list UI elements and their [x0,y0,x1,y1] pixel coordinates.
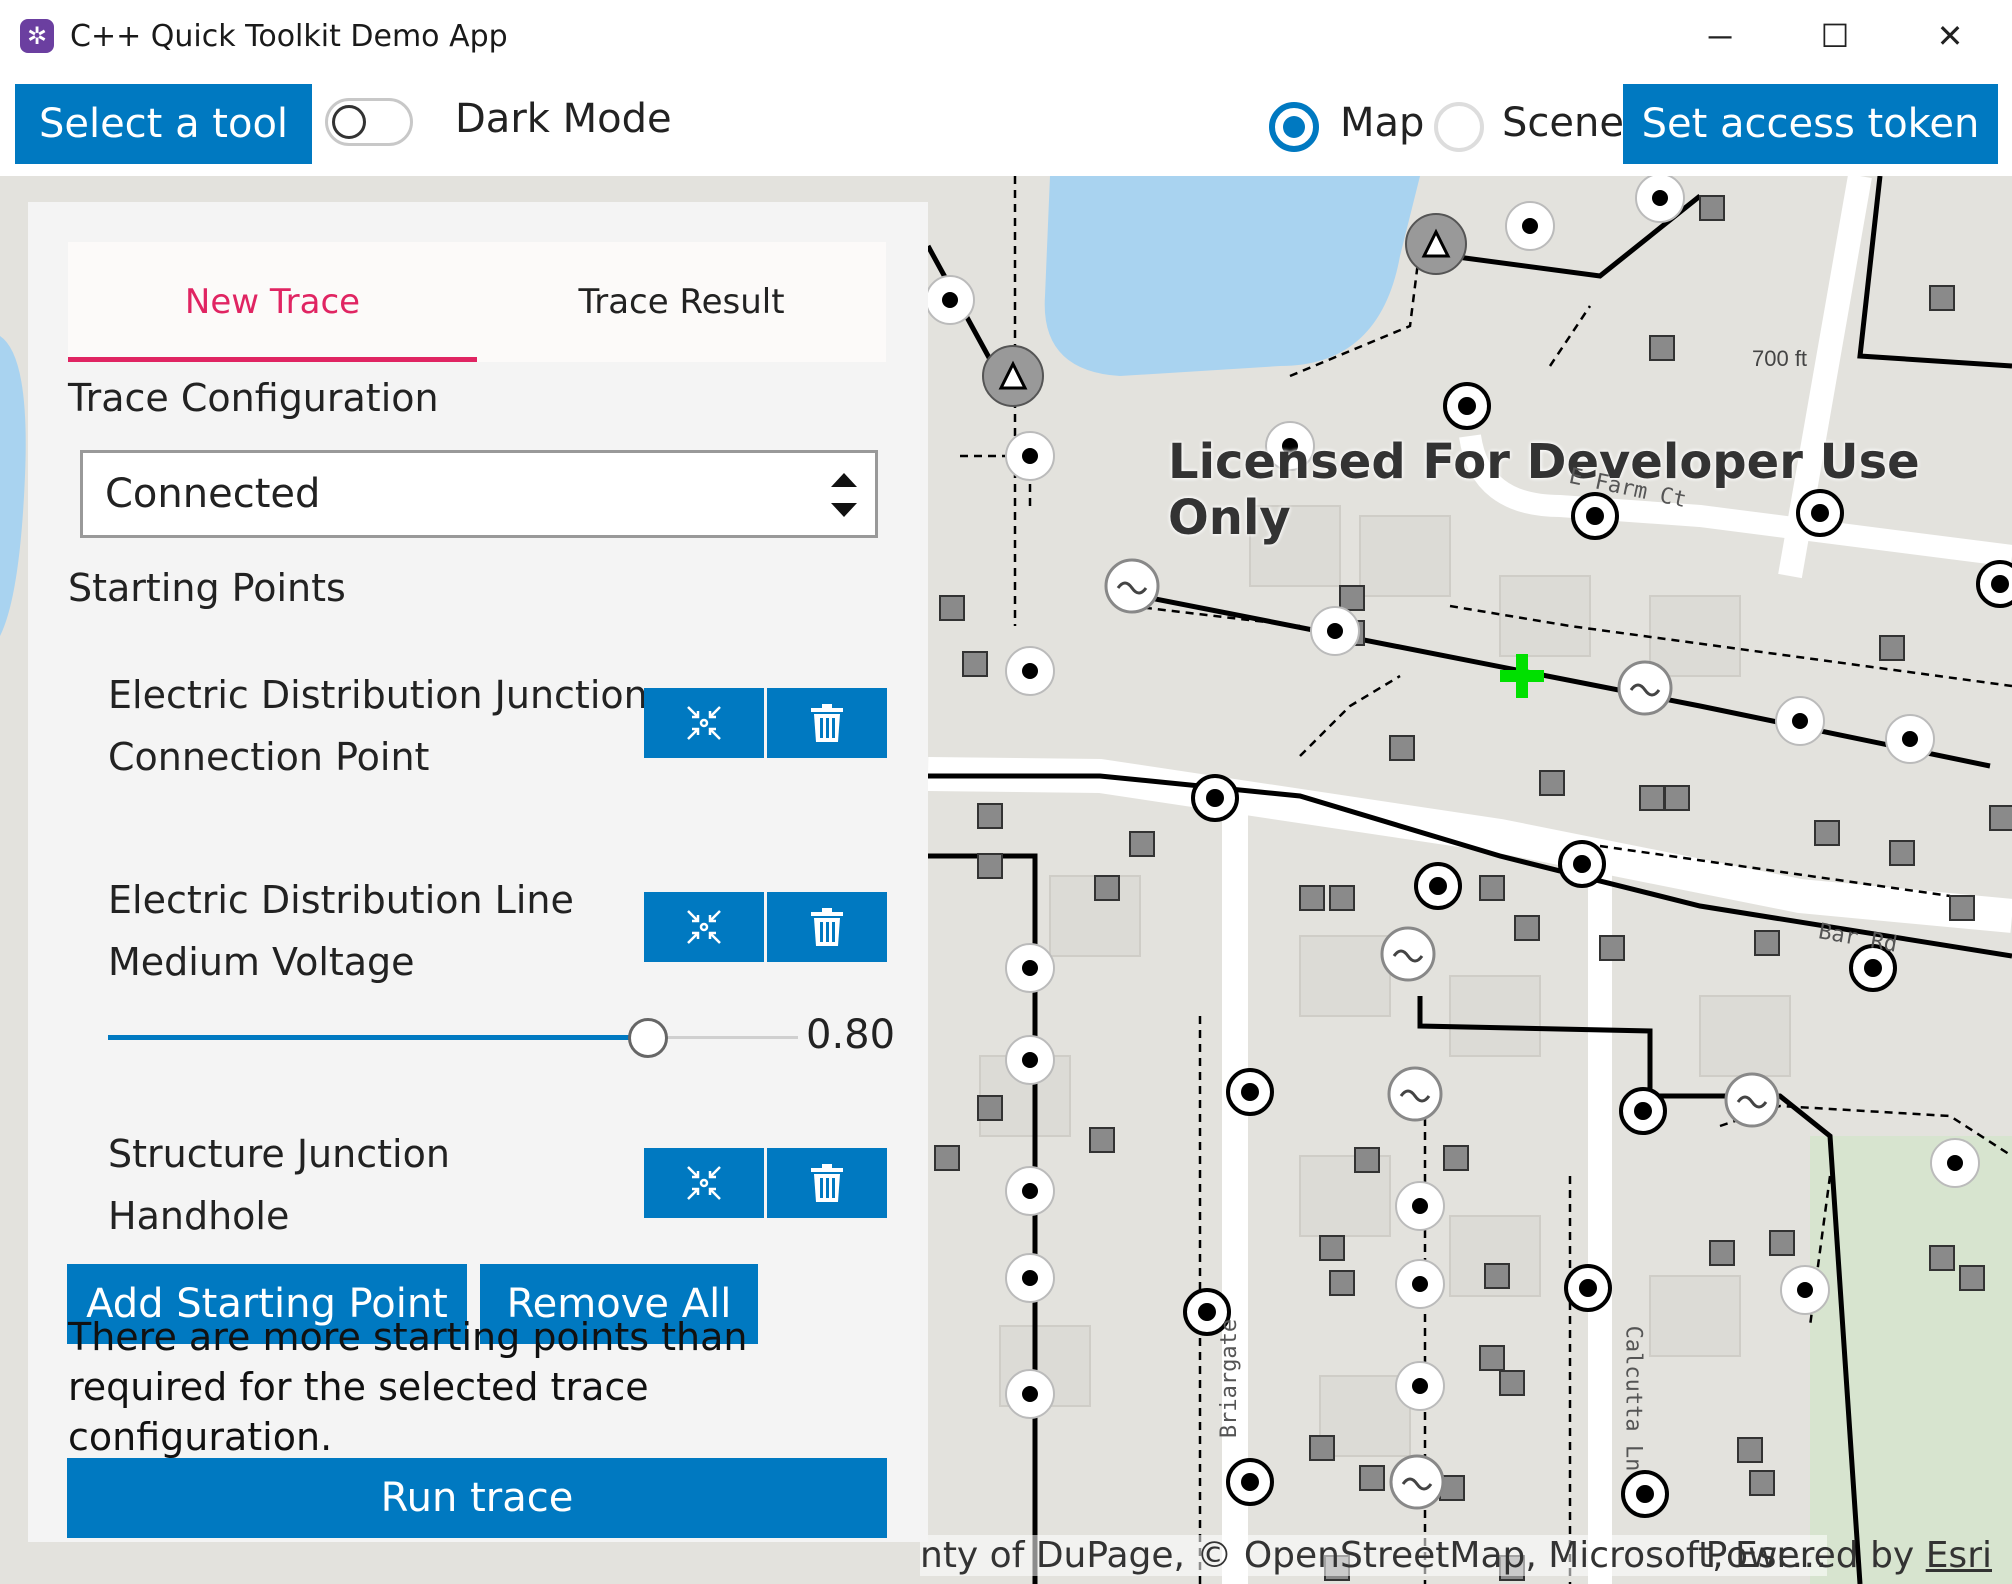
map-scale-label: 700 ft [1752,346,1808,371]
window-title: C++ Quick Toolkit Demo App [70,18,508,54]
status-message: There are more starting points than requ… [68,1315,748,1459]
starting-point-line2: Connection Point [108,735,430,779]
starting-point-name: Structure Junction Handhole [108,1123,450,1247]
fraction-along-value: 0.80 [806,1012,896,1058]
starting-point-line2: Medium Voltage [108,940,415,984]
slider-fill [108,1035,648,1040]
dark-mode-label: Dark Mode [455,96,672,142]
zoom-to-icon [687,1166,721,1200]
powered-by: Powered by Esri [1706,1535,1992,1576]
zoom-to-button[interactable] [644,688,764,758]
select-tool-button[interactable]: Select a tool [15,84,312,164]
trash-icon [811,908,843,946]
map-attribution: nty of DuPage, © OpenStreetMap, Microsof… [920,1535,1828,1576]
delete-button[interactable] [767,688,887,758]
trash-icon [811,704,843,742]
slider-rail [648,1036,798,1039]
map-radio[interactable] [1269,102,1319,152]
starting-points-label: Starting Points [68,566,346,610]
street-label: Briargate [1217,1318,1243,1439]
starting-point-name: Electric Distribution Junction Connectio… [108,664,648,788]
minimize-button[interactable]: ─ [1665,0,1775,72]
app-icon: ✲ [20,19,54,53]
esri-link[interactable]: Esri [1926,1535,1992,1576]
maximize-button[interactable]: ☐ [1780,0,1890,72]
trace-tabs: New Trace Trace Result [68,242,886,362]
trace-configuration-value: Connected [105,471,321,517]
zoom-to-button[interactable] [644,1148,764,1218]
app-window: ✲ C++ Quick Toolkit Demo App ─ ☐ ✕ Selec… [0,0,2012,1584]
powered-by-label: Powered by [1705,1535,1926,1576]
fraction-along-slider[interactable] [108,1018,798,1058]
slider-thumb[interactable] [628,1018,668,1058]
zoom-to-button[interactable] [644,892,764,962]
starting-point-line2: Handhole [108,1194,290,1238]
scene-radio-label: Scene [1502,100,1624,146]
trace-panel: New Trace Trace Result Trace Configurati… [28,202,928,1542]
set-access-token-button[interactable]: Set access token [1623,84,1998,164]
starting-point-line1: Structure Junction [108,1132,450,1176]
trace-configuration-select[interactable]: Connected [80,450,878,538]
zoom-to-icon [687,706,721,740]
title-bar: ✲ C++ Quick Toolkit Demo App ─ ☐ ✕ [0,0,2012,73]
map-radio-label: Map [1340,100,1425,146]
updown-arrows-icon [831,473,857,517]
tab-trace-result[interactable]: Trace Result [477,242,886,362]
close-button[interactable]: ✕ [1895,0,2005,72]
run-trace-button[interactable]: Run trace [67,1458,887,1538]
trash-icon [811,1164,843,1202]
delete-button[interactable] [767,892,887,962]
starting-point-line1: Electric Distribution Line [108,878,574,922]
dark-mode-toggle[interactable] [325,98,413,146]
tab-new-trace[interactable]: New Trace [68,242,477,362]
starting-point-line1: Electric Distribution Junction [108,673,648,717]
trace-configuration-label: Trace Configuration [68,376,439,420]
street-label: Calcutta Ln [1620,1325,1646,1472]
scene-radio[interactable] [1434,102,1484,152]
zoom-to-icon [687,910,721,944]
delete-button[interactable] [767,1148,887,1218]
toolbar: Select a tool Dark Mode Map Scene Set ac… [0,72,2012,176]
toggle-knob [332,105,366,139]
starting-point-name: Electric Distribution Line Medium Voltag… [108,869,574,993]
